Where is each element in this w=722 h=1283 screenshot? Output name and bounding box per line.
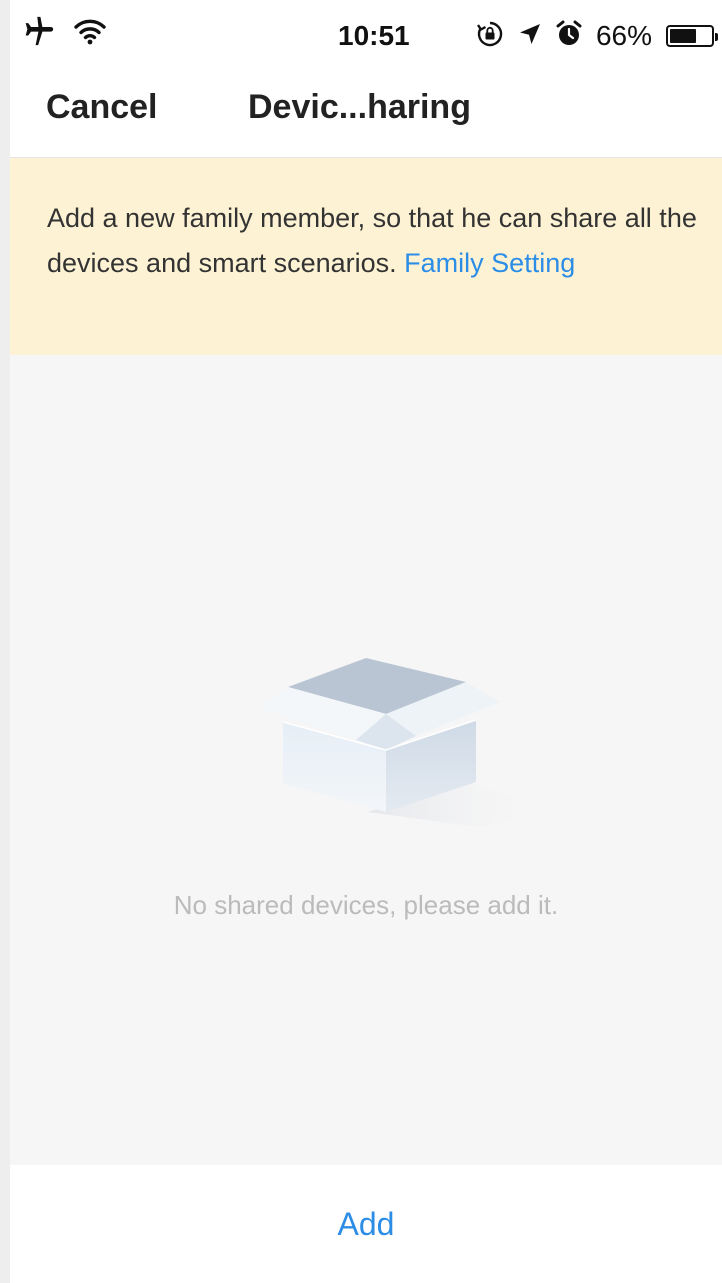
status-right-group: 66%	[476, 14, 718, 58]
airplane-icon	[22, 14, 56, 53]
navigation-bar: Cancel Devic...haring	[10, 72, 722, 158]
battery-level-fill	[670, 29, 696, 43]
add-button[interactable]: Add	[10, 1165, 722, 1283]
open-box-icon	[248, 652, 548, 827]
cancel-button[interactable]: Cancel	[46, 88, 158, 127]
screen-left-edge	[0, 0, 10, 1283]
empty-state-area: No shared devices, please add it.	[10, 355, 722, 1165]
family-notice-banner: Add a new family member, so that he can …	[10, 158, 722, 355]
family-setting-link[interactable]: Family Setting	[404, 248, 575, 278]
bottom-bar: Add	[10, 1165, 722, 1283]
status-bar: 10:51 66%	[10, 0, 722, 72]
battery-icon	[666, 25, 718, 47]
location-arrow-icon	[518, 22, 542, 51]
wifi-icon	[74, 17, 106, 50]
empty-state-message: No shared devices, please add it.	[173, 890, 559, 920]
page-title: Devic...haring	[248, 88, 471, 126]
orientation-lock-icon	[476, 20, 504, 53]
status-left-group	[22, 14, 106, 53]
alarm-icon	[556, 20, 582, 53]
notice-text: Add a new family member, so that he can …	[47, 203, 697, 278]
battery-percent: 66%	[595, 20, 652, 51]
battery-cap	[715, 33, 718, 41]
status-time: 10:51	[338, 20, 410, 51]
